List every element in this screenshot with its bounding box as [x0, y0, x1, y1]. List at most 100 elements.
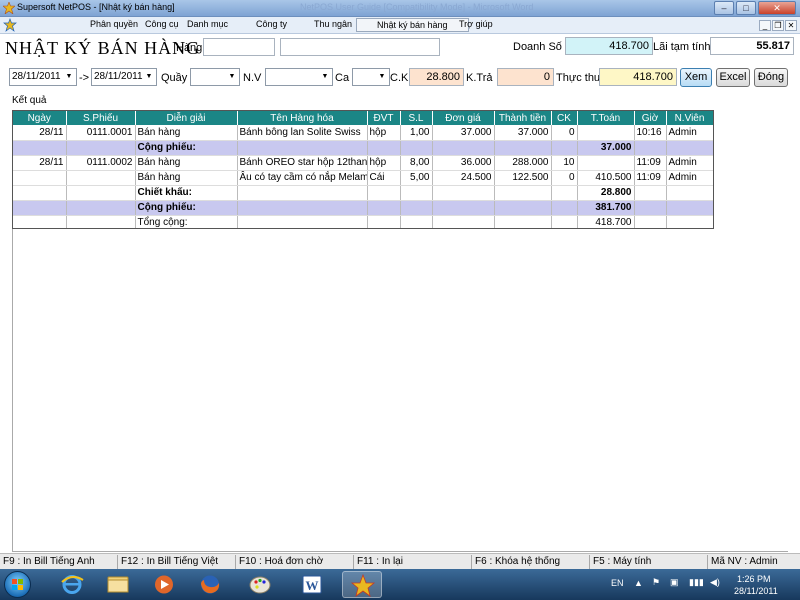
hang-label: Hàng: [176, 42, 203, 54]
discount-row[interactable]: Chiết khấu: 28.800: [13, 185, 713, 201]
col-header-don-gia[interactable]: Đơn giá: [432, 111, 495, 125]
date-to-picker[interactable]: 28/11/2011 ▼: [91, 68, 157, 86]
cell-ngay: [13, 170, 67, 186]
cell-ten-hang-hoa: [237, 200, 368, 216]
table-row[interactable]: 28/11 0111.0002 Bán hàng Bánh OREO star …: [13, 155, 713, 171]
tray-flag-icon[interactable]: ⚑: [652, 577, 660, 588]
cell-thanh-toan: [577, 155, 635, 171]
subtotal-row[interactable]: Cộng phiếu: 37.000: [13, 140, 713, 156]
table-row[interactable]: Bán hàng Âu có tay cầm có nắp Melamine C…: [13, 170, 713, 186]
taskbar-explorer-button[interactable]: [98, 571, 138, 598]
status-f5: F5 : Máy tính: [590, 555, 708, 569]
menu-bar: Phân quyền Công cụ Danh mục Công ty Thu …: [0, 17, 800, 34]
cell-don-gia: [432, 215, 495, 228]
quay-label: Quầy: [161, 72, 188, 84]
cell-thanh-tien: [494, 215, 552, 228]
hang-name-input[interactable]: [280, 38, 440, 56]
cell-gio: [634, 200, 667, 216]
ktra-label: K.Trả: [466, 72, 493, 84]
window-title-bar: Supersoft NetPOS - [Nhật ký bán hàng] Ne…: [0, 0, 800, 17]
tray-network-icon[interactable]: ▮▮▮: [689, 577, 704, 588]
menu-nhat-ky-ban-hang[interactable]: Nhật ký bán hàng: [356, 18, 469, 32]
results-label: Kết quả: [12, 95, 47, 106]
col-header-nhan-vien[interactable]: N.Viên: [666, 111, 713, 125]
thuc-thu-field: 418.700: [599, 68, 677, 86]
menu-tro-giup[interactable]: Trợ giúp: [459, 19, 493, 29]
tray-display-icon[interactable]: ▣: [670, 577, 679, 588]
col-header-ngay[interactable]: Ngày: [13, 111, 67, 125]
cell-dien-giai: Cộng phiếu:: [135, 200, 238, 216]
mdi-close-button[interactable]: ✕: [785, 20, 797, 31]
tray-volume-icon[interactable]: ◀): [710, 577, 720, 588]
doanh-so-field: 418.700: [565, 37, 653, 55]
taskbar-paint-button[interactable]: [240, 571, 280, 598]
date-from-picker[interactable]: 28/11/2011 ▼: [9, 68, 77, 86]
lai-tam-tinh-field: 55.817: [710, 37, 794, 55]
col-header-so-luong[interactable]: S.L: [400, 111, 433, 125]
app-menu-icon[interactable]: [3, 18, 17, 32]
svg-text:W: W: [306, 578, 319, 593]
taskbar-word-button[interactable]: W: [292, 571, 332, 598]
menu-cong-cu[interactable]: Công cụ: [145, 19, 179, 29]
maximize-button[interactable]: □: [736, 1, 756, 15]
xem-button[interactable]: Xem: [680, 68, 712, 87]
tray-language[interactable]: EN: [611, 578, 624, 588]
col-header-gio[interactable]: Giờ: [634, 111, 667, 125]
dong-button[interactable]: Đóng: [754, 68, 788, 87]
mdi-restore-button[interactable]: ❐: [772, 20, 784, 31]
cell-thanh-toan: 418.700: [577, 215, 635, 228]
cell-thanh-tien: 122.500: [494, 170, 552, 186]
thuc-thu-label: Thực thu: [556, 72, 601, 84]
menu-danh-muc[interactable]: Danh mục: [187, 19, 228, 29]
mdi-minimize-button[interactable]: _: [759, 20, 771, 31]
cell-thanh-toan: 410.500: [577, 170, 635, 186]
status-f9: F9 : In Bill Tiếng Anh: [0, 555, 118, 569]
cell-dvt: [367, 215, 401, 228]
results-header-row: Ngày S.Phiếu Diễn giải Tên Hàng hóa ĐVT …: [13, 111, 713, 125]
nv-select[interactable]: ▼: [265, 68, 333, 86]
cell-so-phieu: [66, 140, 136, 156]
start-button[interactable]: [4, 571, 31, 598]
taskbar-media-player-button[interactable]: [144, 571, 184, 598]
menu-cong-ty[interactable]: Công ty: [256, 19, 287, 29]
cell-dvt: hộp: [367, 155, 401, 171]
cell-thanh-tien: 37.000: [494, 125, 552, 141]
date-range-arrow: ->: [79, 72, 90, 84]
col-header-so-phieu[interactable]: S.Phiếu: [66, 111, 136, 125]
ca-select[interactable]: ▼: [352, 68, 390, 86]
tray-chevron-up-icon[interactable]: ▲: [634, 578, 643, 588]
subtotal-row[interactable]: Cộng phiếu: 381.700: [13, 200, 713, 216]
ktra-field: 0: [497, 68, 554, 86]
taskbar-netpos-button[interactable]: [342, 571, 382, 598]
tray-clock-time[interactable]: 1:26 PM: [737, 574, 771, 584]
cell-nhan-vien: [666, 185, 713, 201]
col-header-dien-giai[interactable]: Diễn giải: [135, 111, 238, 125]
taskbar-ie-button[interactable]: [52, 571, 92, 598]
windows-logo-icon: [12, 579, 23, 590]
minimize-button[interactable]: –: [714, 1, 734, 15]
hang-code-input[interactable]: [203, 38, 275, 56]
cell-thanh-tien: [494, 140, 552, 156]
results-grid[interactable]: Ngày S.Phiếu Diễn giải Tên Hàng hóa ĐVT …: [12, 110, 714, 229]
menu-thu-ngan[interactable]: Thu ngân: [314, 19, 352, 29]
col-header-thanh-tien[interactable]: Thành tiền: [494, 111, 552, 125]
col-header-dvt[interactable]: ĐVT: [367, 111, 401, 125]
table-row[interactable]: 28/11 0111.0001 Bán hàng Bánh bông lan S…: [13, 125, 713, 141]
nv-label: N.V: [243, 72, 262, 84]
cell-gio: 10:16: [634, 125, 667, 141]
quay-select[interactable]: ▼: [190, 68, 240, 86]
col-header-thanh-toan[interactable]: T.Toán: [577, 111, 635, 125]
close-button[interactable]: ✕: [758, 1, 796, 15]
cell-ck: 0: [551, 125, 578, 141]
col-header-ten-hang-hoa[interactable]: Tên Hàng hóa: [237, 111, 368, 125]
cell-ten-hang-hoa: Bánh bông lan Solite Swiss: [237, 125, 368, 141]
tray-clock-date[interactable]: 28/11/2011: [734, 586, 778, 596]
word-icon: W: [302, 575, 322, 594]
status-f12: F12 : In Bill Tiếng Việt: [118, 555, 236, 569]
excel-button[interactable]: Excel: [716, 68, 750, 87]
grand-total-row[interactable]: Tổng cộng: 418.700: [13, 215, 713, 228]
cell-thanh-toan: 28.800: [577, 185, 635, 201]
taskbar-firefox-button[interactable]: [190, 571, 230, 598]
menu-phan-quyen[interactable]: Phân quyền: [90, 19, 138, 29]
col-header-ck[interactable]: CK: [551, 111, 578, 125]
